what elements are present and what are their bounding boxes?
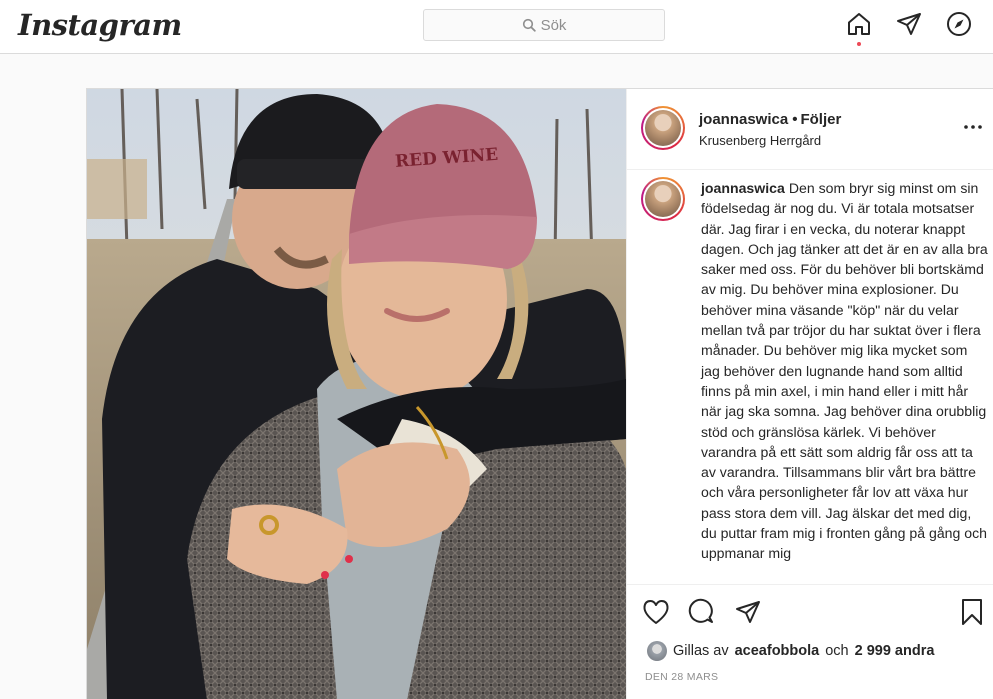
share-icon[interactable]: [733, 597, 763, 627]
post-location[interactable]: Krusenberg Herrgård: [699, 133, 821, 148]
caption-username[interactable]: joannaswica: [701, 180, 785, 196]
post-header: joannaswica • Följer Krusenberg Herrgård: [627, 89, 993, 170]
post-date[interactable]: DEN 28 MARS: [645, 671, 718, 683]
following-button[interactable]: Följer: [800, 111, 841, 128]
instagram-logo[interactable]: Instagram: [18, 8, 182, 42]
likes-count[interactable]: 2 999 andra: [855, 643, 935, 659]
search-icon: [522, 18, 536, 32]
nav-icons: [845, 10, 973, 46]
explore-icon[interactable]: [945, 10, 973, 38]
liker-username[interactable]: aceafobbola: [735, 643, 820, 659]
bookmark-icon[interactable]: [957, 597, 987, 627]
post-photo[interactable]: RED WINE: [87, 89, 626, 699]
likes-and: och: [825, 643, 849, 659]
separator-dot: •: [792, 111, 798, 128]
home-icon[interactable]: [845, 10, 873, 46]
direct-icon[interactable]: [895, 10, 923, 38]
like-icon[interactable]: [641, 597, 671, 627]
post-side-panel: joannaswica • Följer Krusenberg Herrgård j…: [626, 89, 993, 699]
liker-avatar[interactable]: [647, 641, 667, 661]
post-username[interactable]: joannaswica: [699, 111, 788, 128]
more-options-icon[interactable]: [963, 117, 983, 137]
comment-icon[interactable]: [687, 597, 717, 627]
likes-prefix: Gillas av: [673, 643, 729, 659]
post-card: RED WINE joannaswica • Följer Krusenberg H…: [86, 88, 993, 699]
search-placeholder: Sök: [540, 16, 567, 34]
search-input[interactable]: Sök: [423, 9, 665, 41]
caption: joannaswica Den som bryr sig minst om sin…: [701, 178, 989, 564]
caption-area: joannaswica Den som bryr sig minst om sin…: [627, 170, 993, 584]
caption-avatar[interactable]: [641, 177, 685, 221]
notification-dot: [857, 42, 861, 46]
top-nav: Instagram Sök: [0, 0, 993, 54]
avatar[interactable]: [641, 106, 685, 150]
actions-bar: Gillas av aceafobbola och 2 999 andra DE…: [627, 584, 993, 699]
post-header-line: joannaswica • Följer: [699, 111, 841, 128]
likes-line: Gillas av aceafobbola och 2 999 andra: [647, 641, 934, 661]
caption-text: Den som bryr sig minst om sin födelsedag…: [701, 180, 988, 562]
